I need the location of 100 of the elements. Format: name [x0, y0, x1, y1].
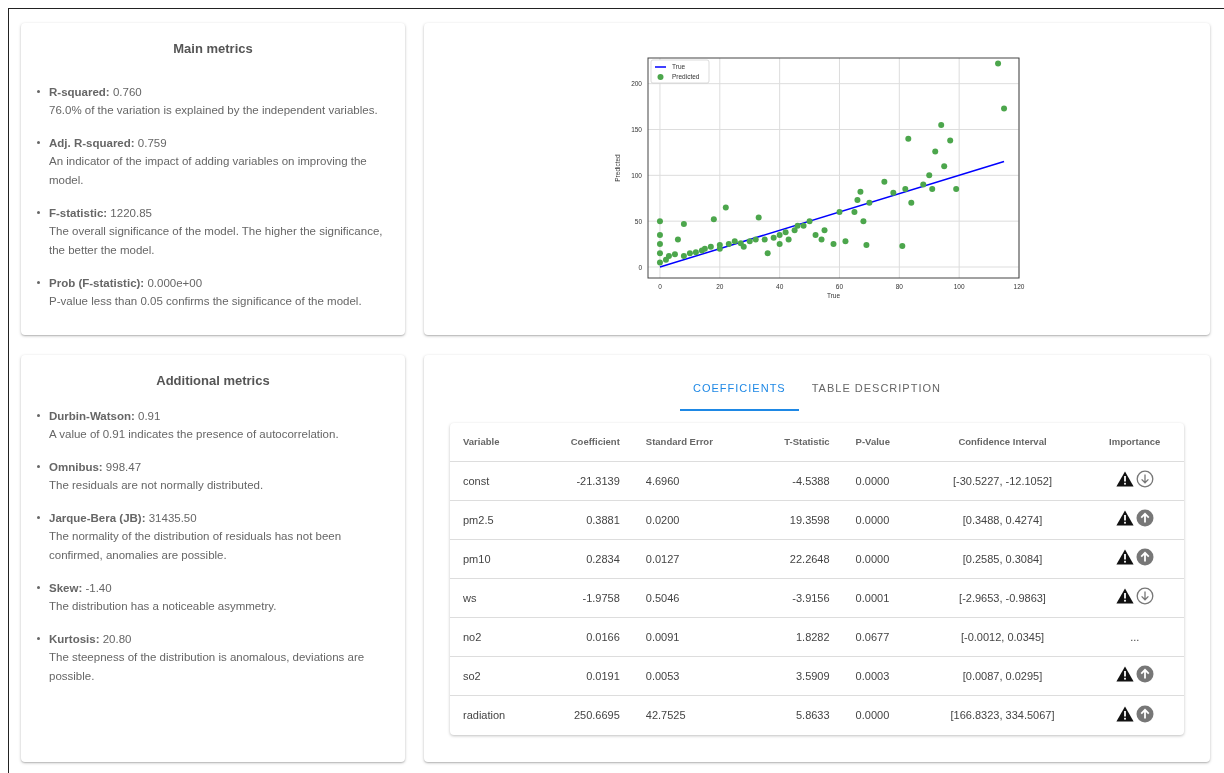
arrow-up-circle-icon [1135, 548, 1154, 567]
tab[interactable]: COEFFICIENTS [680, 371, 799, 411]
data-point [953, 186, 960, 193]
data-point [932, 148, 939, 155]
data-point [881, 178, 888, 185]
data-point [761, 236, 768, 243]
data-point [866, 199, 873, 206]
metric-description: The overall significance of the model. The higher the significance, the better the model. [49, 223, 384, 258]
arrow-down-circle-icon [1135, 470, 1154, 489]
legend-background [650, 59, 710, 84]
data-point [926, 172, 933, 179]
table-cell: [0.2585, 0.3084] [919, 539, 1086, 579]
data-point [995, 60, 1002, 67]
table-cell: [-2.9653, -0.9863] [919, 578, 1086, 618]
data-point [902, 186, 909, 193]
table-cell: 4.6960 [632, 461, 752, 501]
metric-value: F-statistic: 1220.85 [49, 205, 153, 221]
bullet-icon [37, 140, 40, 144]
table-cell: 0.0091 [632, 617, 752, 657]
card-title: Main metrics [172, 40, 254, 58]
data-point [830, 241, 837, 248]
table-cell: 3.5909 [751, 656, 843, 696]
metric-description: The normality of the distribution of residuals has not been confirmed, anomalies are possible. [49, 528, 343, 563]
data-point [1001, 105, 1008, 112]
table-cell: 0.3881 [537, 500, 633, 540]
data-point [929, 186, 936, 193]
table-cell: 0.0166 [537, 617, 633, 657]
metric-value: R-squared: 0.760 [49, 84, 143, 100]
metric-description: 76.0% of the variation is explained by the independent variables. [49, 102, 378, 118]
bullet-icon [37, 464, 40, 468]
tab[interactable]: TABLE DESCRIPTION [798, 371, 954, 411]
table-cell: no2 [450, 617, 537, 657]
metric-description: P-value less than 0.05 confirms the significance of the model. [49, 293, 362, 309]
bullet-icon [37, 89, 40, 93]
bullet-icon [37, 585, 40, 589]
table-cell: [0.0087, 0.0295] [919, 656, 1086, 696]
data-point [860, 218, 867, 225]
data-point [905, 135, 912, 142]
table-cell: 19.3598 [751, 500, 843, 540]
column-header: Coefficient [537, 422, 633, 462]
table-cell: ws [450, 578, 537, 618]
metric-value: Omnibus: 998.47 [49, 459, 143, 475]
column-header: P-Value [842, 422, 920, 462]
data-point [890, 189, 897, 196]
table-cell: const [450, 461, 537, 501]
table-cell: 5.8633 [751, 695, 843, 735]
data-point [947, 137, 954, 144]
data-point [842, 238, 849, 245]
table-cell: radiation [450, 695, 537, 735]
legend-dot-icon [657, 74, 664, 80]
table-cell: -4.5388 [751, 461, 843, 501]
bullet-icon [37, 210, 40, 214]
arrow-up-circle-icon [1135, 704, 1154, 723]
table-cell: -1.9758 [537, 578, 633, 618]
table-cell: [-0.0012, 0.0345] [919, 617, 1086, 657]
metric-value: Jarque-Bera (JB): 31435.50 [49, 510, 198, 526]
data-point [680, 220, 687, 227]
table-cell: [0.3488, 0.4274] [919, 500, 1086, 540]
table-cell: 22.2648 [751, 539, 843, 579]
data-point [836, 209, 843, 215]
data-point [920, 181, 927, 188]
data-point [656, 231, 663, 238]
bullet-icon [37, 280, 40, 284]
data-point [863, 242, 870, 248]
arrow-up-circle-icon [1135, 509, 1154, 528]
bullet-icon [37, 413, 40, 417]
table-cell: 0.0000 [842, 500, 920, 540]
column-header: T-Statistic [751, 422, 843, 462]
table-cell: 0.0000 [842, 539, 920, 579]
card-title: Additional metrics [155, 372, 271, 390]
table-cell: 0.0000 [842, 695, 920, 735]
metric-description: The distribution has a noticeable asymmetry. [49, 598, 277, 614]
table-cell: so2 [450, 656, 537, 696]
table-cell: 0.0191 [537, 656, 633, 696]
table-cell: 42.7525 [632, 695, 752, 735]
table-cell: 0.0200 [632, 500, 752, 540]
data-point [938, 121, 945, 128]
metric-description: The residuals are not normally distributed. [49, 477, 264, 493]
metric-description: An indicator of the impact of adding variables on improving the model. [49, 153, 368, 188]
table-cell: [-30.5227, -12.1052] [919, 461, 1086, 501]
table-cell: 0.2834 [537, 539, 633, 579]
metric-value: Skew: -1.40 [49, 580, 113, 596]
table-cell: 0.0127 [632, 539, 752, 579]
bullet-icon [37, 515, 40, 519]
table-cell: 0.0053 [632, 656, 752, 696]
metric-value: Adj. R-squared: 0.759 [49, 135, 168, 151]
arrow-down-circle-icon [1135, 587, 1154, 606]
metric-description: A value of 0.91 indicates the presence of autocorrelation. [49, 426, 339, 442]
data-point [857, 188, 864, 195]
metric-value: Kurtosis: 20.80 [49, 631, 133, 647]
table-cell: pm10 [450, 539, 537, 579]
data-point [941, 163, 948, 170]
metric-value: Durbin-Watson: 0.91 [49, 408, 162, 424]
table-cell: [166.8323, 334.5067] [919, 695, 1086, 735]
arrow-up-circle-icon [1135, 665, 1154, 684]
data-point [908, 199, 915, 206]
data-point [656, 218, 663, 225]
column-header: Variable [450, 422, 537, 462]
column-header: Confidence Interval [919, 422, 1086, 462]
data-point [851, 209, 858, 215]
